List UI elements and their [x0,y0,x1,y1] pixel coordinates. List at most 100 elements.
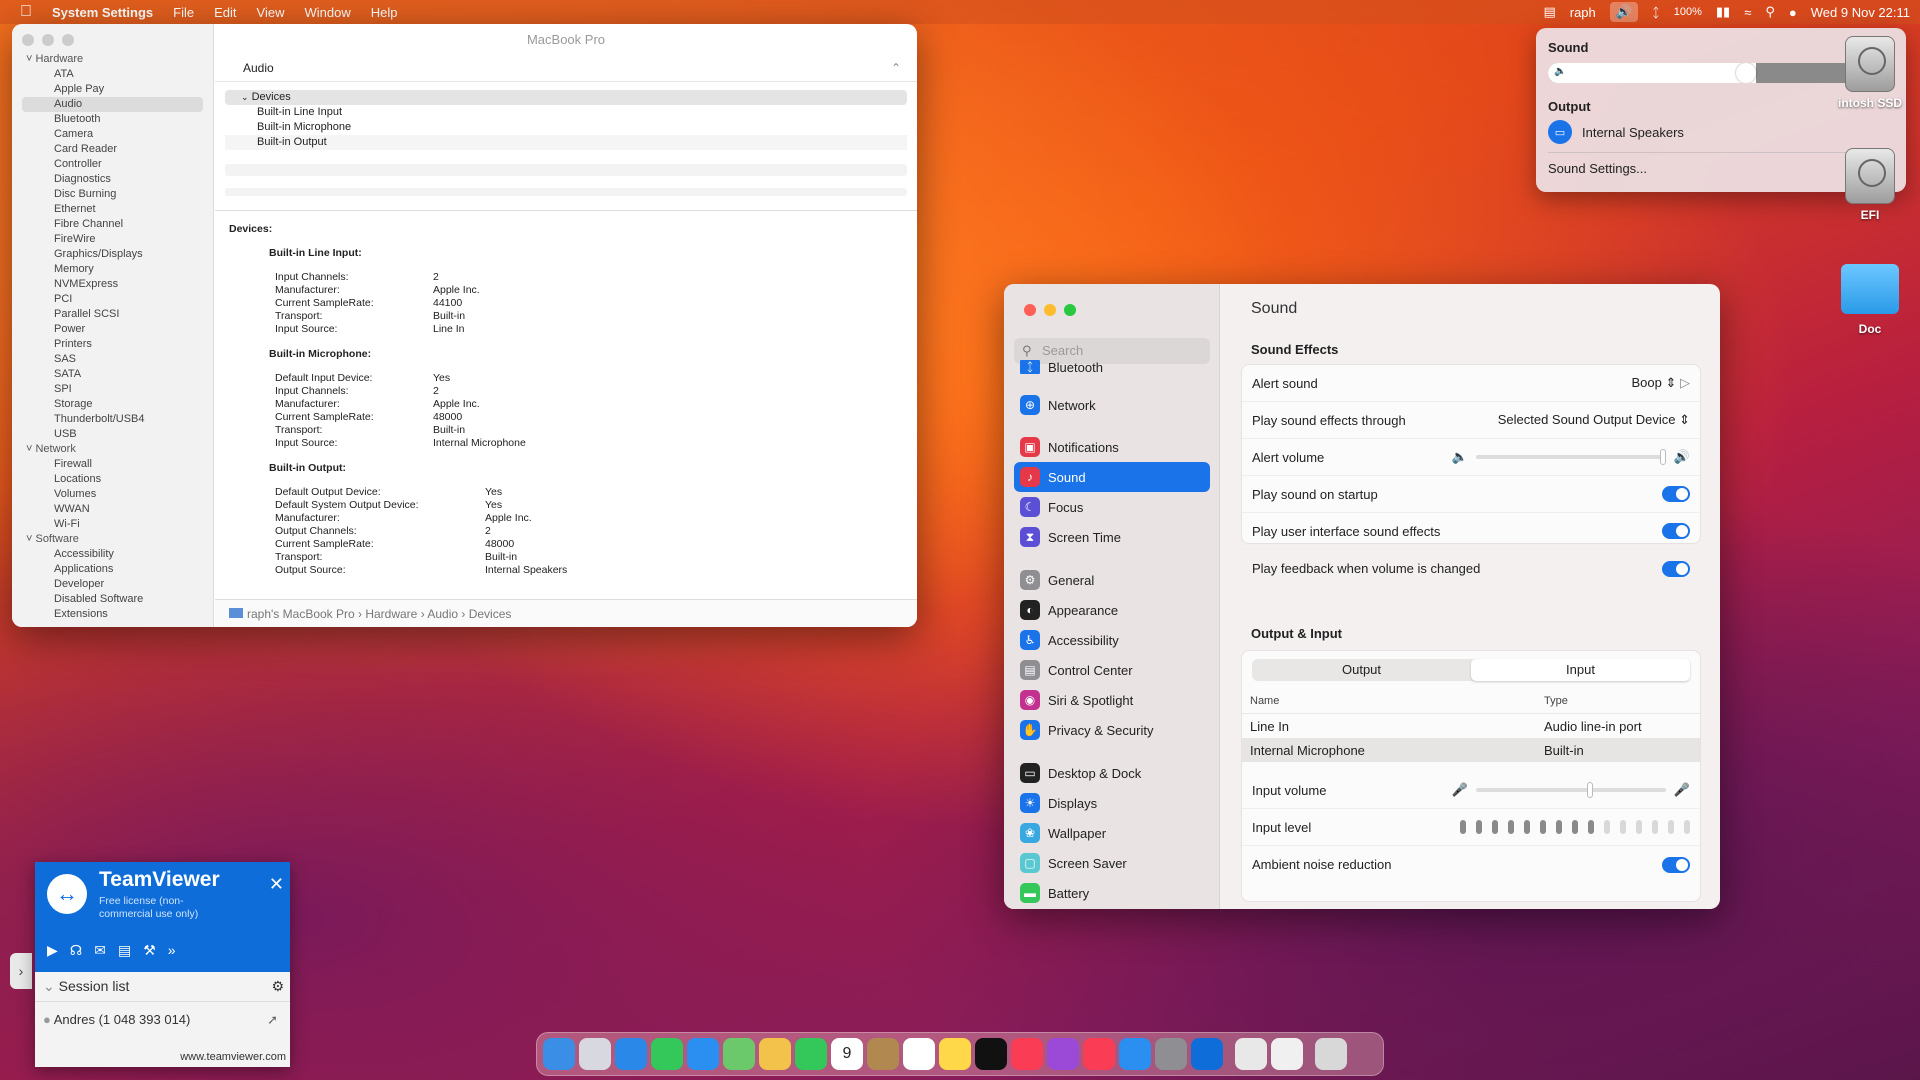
bluetooth-icon[interactable]: ᛨ [1652,5,1660,20]
sidebar-item[interactable]: Accessibility [12,547,213,562]
battery-icon[interactable]: ▮▮ [1716,4,1730,20]
sidebar-item-accessibility[interactable]: ♿ Accessibility [1014,625,1210,655]
search-icon[interactable]: ⚲ [1765,4,1775,20]
messages-icon[interactable] [651,1038,683,1070]
music-icon[interactable] [1011,1038,1043,1070]
sidebar-item[interactable]: Extensions [12,607,213,622]
sidebar-item-screen-time[interactable]: ⧗ Screen Time [1014,522,1210,552]
calendar-icon[interactable]: 9 [831,1038,863,1070]
forward-icon[interactable]: » [168,942,176,959]
sidebar-item[interactable]: Disc Burning [12,187,213,202]
tv-icon[interactable] [975,1038,1007,1070]
sidebar-item[interactable]: USB [12,427,213,442]
sidebar-item[interactable]: SAS [12,352,213,367]
user-name[interactable]: raph [1570,5,1596,20]
menu-window[interactable]: Window [304,5,350,20]
sidebar-group[interactable]: ˅ Hardware [12,52,213,67]
sidebar-item[interactable]: PCI [12,292,213,307]
sidebar-item-siri-spotlight[interactable]: ◉ Siri & Spotlight [1014,685,1210,715]
noise-toggle[interactable] [1662,856,1690,873]
document-icon[interactable] [1271,1038,1303,1070]
sidebar-item[interactable]: Diagnostics [12,172,213,187]
menu-app-name[interactable]: System Settings [52,5,153,20]
device-row[interactable]: Internal Microphone Built-in [1242,738,1700,762]
sidebar-item-desktop-dock[interactable]: ▭ Desktop & Dock [1014,758,1210,788]
tree-item[interactable]: Built-in Output [225,135,907,150]
preview-icon[interactable] [1235,1038,1267,1070]
chart-icon[interactable]: ▤ [1543,4,1555,20]
tab-input[interactable]: Input [1471,659,1690,681]
podcasts-icon[interactable] [1047,1038,1079,1070]
safari-icon[interactable] [615,1038,647,1070]
alert-volume-knob[interactable] [1659,449,1666,465]
control-center-icon[interactable]: ● [1789,5,1797,20]
desktop-disk-efi[interactable]: EFI [1822,148,1918,222]
volume-knob[interactable] [1735,63,1756,83]
sidebar-item-appearance[interactable]: ◐ Appearance [1014,595,1210,625]
sidebar-item-notifications[interactable]: ▣ Notifications [1014,432,1210,462]
sidebar-item[interactable]: Volumes [12,487,213,502]
sidebar-item[interactable]: SPI [12,382,213,397]
sidebar-item[interactable]: Firewall [12,457,213,472]
reminders-icon[interactable] [903,1038,935,1070]
sidebar-item[interactable]: NVMExpress [12,277,213,292]
sidebar-item[interactable]: Printers [12,337,213,352]
session-user[interactable]: ● Andres (1 048 393 014) ➚ [35,1002,290,1042]
contacts-icon[interactable] [867,1038,899,1070]
menu-view[interactable]: View [257,5,285,20]
sidebar-item-focus[interactable]: ☾ Focus [1014,492,1210,522]
notes-icon[interactable] [939,1038,971,1070]
file-icon[interactable]: ▤ [118,942,131,959]
device-row[interactable]: Line In Audio line-in port [1242,714,1700,738]
sidebar-item-displays[interactable]: ☀ Displays [1014,788,1210,818]
output-device[interactable]: ▭ Internal Speakers [1548,118,1894,146]
news-icon[interactable] [1083,1038,1115,1070]
minimize-button[interactable] [42,34,54,46]
close-button[interactable] [22,34,34,46]
session-list-header[interactable]: ⌄ Session list ⚙ [35,972,290,1002]
sidebar-item-sound[interactable]: ♪ Sound [1014,462,1210,492]
teamviewer-expand-tab[interactable]: › [10,953,32,989]
maps-icon[interactable] [723,1038,755,1070]
menu-help[interactable]: Help [371,5,398,20]
sidebar-item-screen-saver[interactable]: ▢ Screen Saver [1014,848,1210,878]
sidebar-item[interactable]: Wi-Fi [12,517,213,532]
tab-output[interactable]: Output [1252,659,1471,681]
sidebar-item[interactable]: ATA [12,67,213,82]
sidebar-item-bluetooth[interactable]: ᛨ Bluetooth [1014,360,1210,374]
sidebar-item[interactable]: WWAN [12,502,213,517]
tree-item[interactable]: Built-in Microphone [225,120,907,135]
sidebar-item-wallpaper[interactable]: ❀ Wallpaper [1014,818,1210,848]
sidebar-group[interactable]: ˅ Software [12,532,213,547]
sidebar-item[interactable]: Fibre Channel [12,217,213,232]
close-icon[interactable]: ✕ [269,874,284,895]
apple-icon[interactable]:  [20,3,32,21]
through-select[interactable]: Selected Sound Output Device ⇕ [1498,412,1690,428]
sidebar-item[interactable]: Power [12,322,213,337]
sidebar-item[interactable]: Memory [12,262,213,277]
mail-icon[interactable] [687,1038,719,1070]
sidebar-item[interactable]: Graphics/Displays [12,247,213,262]
chevron-up-icon[interactable]: ⌃ [891,54,901,82]
sidebar-item[interactable]: Applications [12,562,213,577]
chat-icon[interactable]: ✉ [94,942,106,959]
sidebar-item[interactable]: Locations [12,472,213,487]
sidebar-item[interactable]: Bluetooth [12,112,213,127]
sidebar-item[interactable]: Card Reader [12,142,213,157]
tree-item[interactable]: Built-in Line Input [225,105,907,120]
video-icon[interactable]: ▶ [47,942,58,959]
sidebar-item[interactable]: Audio [22,97,203,112]
app-store-icon[interactable] [1119,1038,1151,1070]
menu-file[interactable]: File [173,5,194,20]
zoom-button[interactable] [1064,304,1076,316]
toggle-switch[interactable] [1662,560,1690,577]
desktop-disk-ssd[interactable]: intosh SSD [1822,36,1918,110]
menu-edit[interactable]: Edit [214,5,236,20]
zoom-button[interactable] [62,34,74,46]
sidebar-item-battery[interactable]: ▬ Battery [1014,878,1210,908]
sidebar-item[interactable]: Parallel SCSI [12,307,213,322]
input-volume-knob[interactable] [1586,782,1593,798]
play-icon[interactable]: ▷ [1680,375,1690,390]
sidebar-item[interactable]: Developer [12,577,213,592]
sidebar-item-control-center[interactable]: ▤ Control Center [1014,655,1210,685]
